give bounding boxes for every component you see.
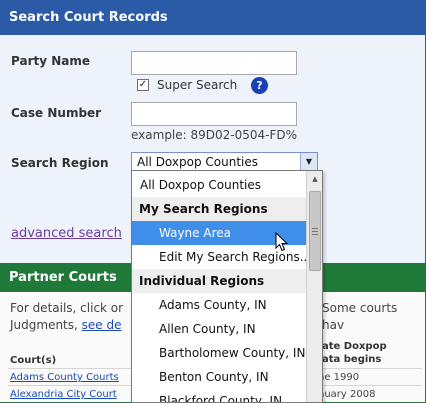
search-region-select[interactable]: All Doxpop Counties ▼ [131, 152, 318, 172]
chevron-down-icon[interactable]: ▼ [300, 153, 317, 171]
date-cell-alexandria: nuary 2008 [318, 389, 376, 400]
grip-line [312, 234, 318, 235]
court-link-adams[interactable]: Adams County Courts [10, 370, 135, 385]
mouse-pointer-icon [275, 232, 289, 252]
scrollbar-thumb[interactable] [309, 191, 321, 271]
case-number-label: Case Number [11, 106, 102, 120]
col-header-date-line2: ata begins [322, 354, 382, 365]
super-search-checkbox[interactable]: ✓ [137, 79, 149, 91]
col-header-courts: Court(s) [10, 355, 57, 366]
search-region-dropdown-list[interactable]: All Doxpop Counties My Search Regions Wa… [131, 170, 323, 403]
see-details-link[interactable]: see de [82, 318, 122, 332]
dropdown-scrollbar[interactable]: ▲ [306, 171, 322, 402]
search-region-selected-value: All Doxpop Counties [137, 155, 259, 169]
advanced-search-link[interactable]: advanced search [11, 226, 122, 241]
party-name-input[interactable] [131, 51, 297, 75]
court-link-alexandria[interactable]: Alexandria City Court [10, 387, 135, 402]
option-adams-county[interactable]: Adams County, IN [132, 293, 307, 317]
super-search-label: Super Search [157, 78, 238, 92]
case-number-input[interactable] [131, 102, 297, 126]
search-region-label: Search Region [11, 156, 109, 170]
optgroup-my-search-regions: My Search Regions [132, 197, 307, 221]
case-number-example: example: 89D02-0504-FD% [131, 128, 298, 142]
intro-text-start: For details, click or [10, 301, 124, 315]
option-blackford-county[interactable]: Blackford County, IN [132, 389, 307, 402]
party-name-label: Party Name [11, 54, 91, 68]
grip-line [312, 228, 318, 229]
scroll-up-icon[interactable]: ▲ [308, 171, 322, 187]
intro-text-end: Some courts hav [322, 301, 398, 332]
option-benton-county[interactable]: Benton County, IN [132, 365, 307, 389]
search-panel-title: Search Court Records [0, 1, 425, 35]
help-icon[interactable]: ? [251, 77, 268, 94]
col-header-date-line1: ate Doxpop [322, 341, 387, 352]
option-allen-county[interactable]: Allen County, IN [132, 317, 307, 341]
grip-line [312, 231, 318, 232]
option-all-doxpop-counties[interactable]: All Doxpop Counties [132, 173, 307, 197]
intro-line-2: Judgments, [10, 318, 78, 332]
date-cell-adams: ne 1990 [318, 372, 360, 383]
optgroup-individual-regions: Individual Regions [132, 269, 307, 293]
option-bartholomew-county[interactable]: Bartholomew County, IN [132, 341, 307, 365]
